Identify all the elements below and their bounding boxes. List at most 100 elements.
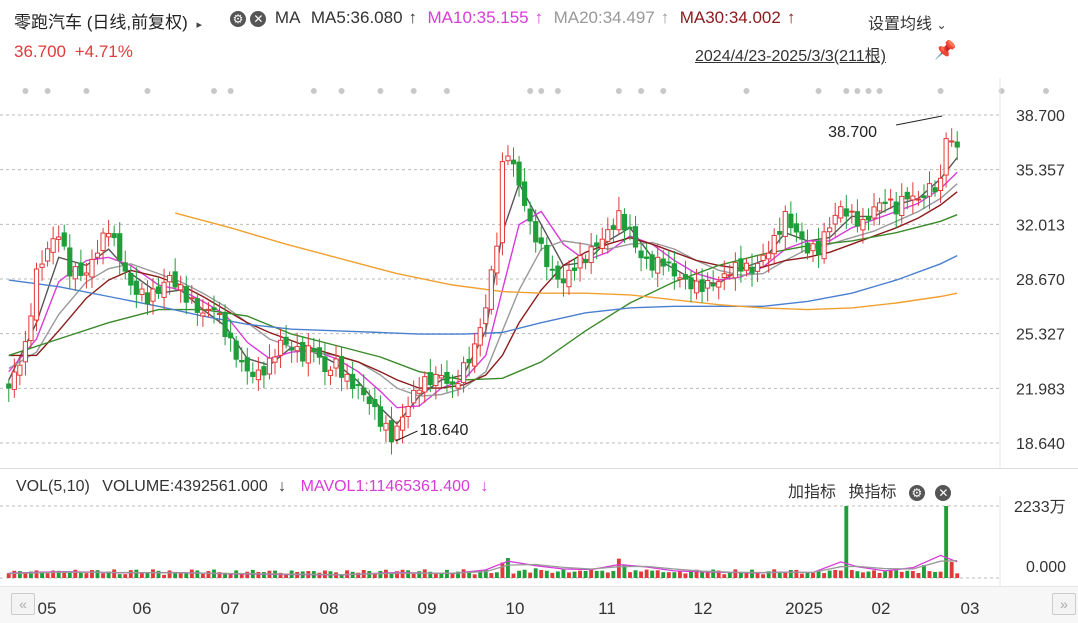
candle-body <box>538 237 544 244</box>
candle-body <box>655 256 661 274</box>
candle-body <box>932 187 938 193</box>
date-range[interactable]: 2024/4/23-2025/3/3(211根) <box>695 42 886 66</box>
candle-body <box>583 259 589 264</box>
candle-body <box>660 258 666 267</box>
candle-body <box>688 277 694 290</box>
candle-body <box>549 268 555 271</box>
candle-body <box>189 297 195 300</box>
candle-body <box>644 256 650 260</box>
volume-bar <box>894 570 899 578</box>
event-marker-icon <box>310 88 317 94</box>
volume-bar <box>855 571 860 578</box>
volume-bar <box>910 570 915 578</box>
candle-body <box>361 387 367 396</box>
candle-body <box>333 358 339 369</box>
caret-right-icon[interactable]: ▸ <box>197 19 203 31</box>
volume-bar <box>84 573 89 578</box>
candle-body <box>544 244 550 268</box>
price-tick-label: 25.327 <box>1016 327 1065 344</box>
stock-title[interactable]: 零跑汽车 (日线,前复权) ▸ <box>14 8 202 33</box>
time-axis[interactable]: « » 05 06 07 08 09 10 11 12 2025 02 03 <box>0 586 1078 623</box>
volume-bar <box>256 571 261 578</box>
candle-body <box>815 240 822 256</box>
vol-label: VOL(5,10) <box>16 478 90 495</box>
pin-icon[interactable]: 📌 <box>934 40 956 61</box>
candle-body <box>222 311 228 338</box>
close-icon[interactable]: ✕ <box>250 10 267 27</box>
volume-bar <box>206 571 211 578</box>
candle-body <box>128 272 134 286</box>
volume-bar <box>872 570 876 578</box>
event-marker-icon <box>377 88 384 94</box>
volume-bar <box>195 570 200 578</box>
candle-body <box>621 213 628 231</box>
candle-body <box>117 233 123 261</box>
candle-body <box>100 232 106 252</box>
candle-body <box>183 286 189 303</box>
volume-bar <box>128 570 133 578</box>
candle-body <box>705 280 711 289</box>
candle-body <box>771 234 777 255</box>
candle-body <box>477 327 483 346</box>
volume-bar <box>134 569 139 578</box>
settings-ma-button[interactable]: 设置均线 ⌄ <box>868 10 947 34</box>
candle-body <box>910 195 916 201</box>
volume-bar <box>561 569 566 578</box>
candle-body <box>228 332 234 339</box>
candle-body <box>943 138 949 176</box>
volume-bar <box>90 570 94 578</box>
candle-body <box>483 307 489 325</box>
event-marker-icon <box>660 88 667 94</box>
candle-body <box>266 357 273 375</box>
volume-bar <box>528 572 533 578</box>
gear-icon[interactable]: ⚙ <box>230 10 246 27</box>
candle-body <box>144 292 151 305</box>
time-axis-labels: 05 06 07 08 09 10 11 12 2025 02 03 <box>38 599 980 618</box>
event-marker-icon <box>443 88 450 94</box>
volume-bar <box>62 572 67 578</box>
volume-bar <box>533 568 538 578</box>
volume-bar <box>450 573 455 578</box>
candle-body <box>17 364 23 376</box>
volume-bar <box>628 572 632 578</box>
ma10-arrow: ↑ <box>534 8 544 27</box>
candle-body <box>888 198 894 201</box>
volume-bar <box>755 573 760 578</box>
candle-body <box>78 262 84 276</box>
candle-body <box>327 369 334 376</box>
volume-bar <box>400 569 405 578</box>
time-tick-label: 10 <box>506 599 525 618</box>
time-tick-label: 09 <box>418 599 437 618</box>
volume-bar <box>151 569 155 578</box>
volume-bar <box>522 569 527 578</box>
candle-body <box>388 420 395 443</box>
event-markers <box>22 88 1049 94</box>
event-marker-icon <box>338 88 345 94</box>
event-marker-icon <box>44 88 51 94</box>
volume-bar <box>228 574 233 578</box>
candle-body <box>11 371 17 390</box>
candle-body <box>638 250 644 259</box>
settings-ma-label: 设置均线 <box>868 16 933 33</box>
volume-bar <box>922 565 926 578</box>
candle-body <box>94 252 101 258</box>
candle-body <box>67 247 73 277</box>
candle-body <box>827 227 833 233</box>
candle-body <box>422 376 428 393</box>
volume-bar <box>827 570 832 578</box>
volume-bar <box>633 570 638 578</box>
candle-body <box>510 159 517 165</box>
volume-bar <box>811 572 815 578</box>
candle-body <box>533 221 539 243</box>
high-price-label: 38.700 <box>828 124 877 141</box>
candle-body <box>777 230 783 235</box>
candle-body <box>239 359 245 363</box>
candle-body <box>316 347 322 358</box>
candle-body <box>178 284 184 291</box>
vol-value: VOLUME:4392561.000 <box>102 478 268 495</box>
event-marker-icon <box>998 88 1005 94</box>
volume-axis: 2233万 0.000 <box>1014 499 1066 576</box>
candle-body <box>39 263 45 268</box>
volume-legend: VOL(5,10) VOLUME:4392561.000 ↓ MAVOL1:11… <box>16 478 488 496</box>
candle-body <box>211 307 217 311</box>
